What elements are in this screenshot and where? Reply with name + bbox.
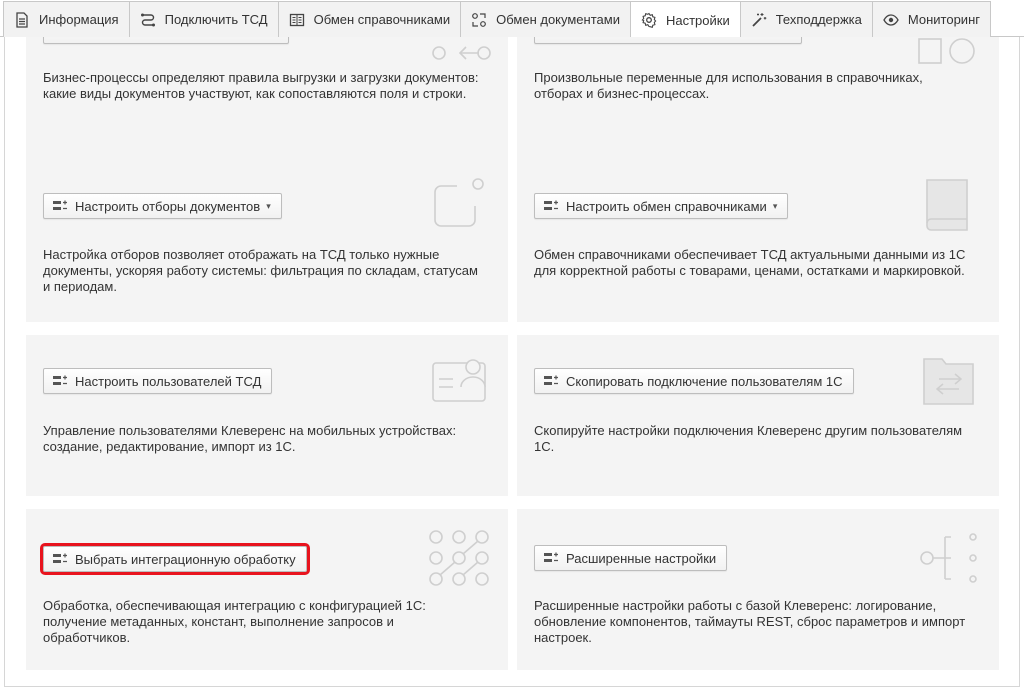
settings-list-icon (53, 200, 67, 212)
tab-label: Обмен документами (496, 12, 620, 27)
business-process-decoration-icon (432, 46, 491, 60)
tab-label: Обмен справочниками (313, 12, 451, 27)
button-label: Настроить обмен справочниками (566, 198, 767, 214)
card-integration: Выбрать интеграционную обработку Обработ… (26, 509, 508, 670)
card-description: Настройка отборов позволяет отображать н… (43, 247, 478, 294)
card-advanced-settings: Расширенные настройки Расширенные настро… (517, 509, 999, 670)
network-nodes-decoration-icon (429, 530, 489, 586)
tab-monitoring[interactable]: Мониторинг (872, 1, 991, 37)
tab-label: Информация (39, 12, 119, 27)
tab-settings[interactable]: Настройки (630, 1, 741, 38)
filter-frame-decoration-icon (434, 178, 484, 227)
advanced-settings-button[interactable]: Расширенные настройки (534, 545, 728, 571)
business-processes-button[interactable] (43, 37, 289, 44)
configure-users-button[interactable]: Настроить пользователей ТСД (43, 368, 273, 394)
settings-list-icon (544, 552, 558, 564)
configure-filters-button[interactable]: Настроить отборы документов ▾ (43, 193, 282, 219)
card-variables: Произвольные переменные для использовани… (517, 37, 999, 176)
tab-document-exchange[interactable]: Обмен документами (461, 1, 631, 37)
settings-list-icon (53, 553, 67, 565)
button-label: Скопировать подключение пользователям 1С (566, 373, 843, 389)
chevron-down-icon: ▾ (772, 200, 778, 211)
select-integration-button[interactable]: Выбрать интеграционную обработку (40, 543, 310, 575)
settings-list-icon (53, 375, 67, 387)
card-description: Скопируйте настройки подключения Клевере… (534, 423, 963, 454)
button-label: Расширенные настройки (566, 550, 717, 566)
tab-catalog-exchange[interactable]: Обмен справочниками (278, 1, 462, 37)
chevron-down-icon: ▾ (266, 200, 271, 211)
settings-content[interactable]: Бизнес-процессы определяют правила выгру… (4, 37, 1020, 687)
tab-support[interactable]: Техподдержка (740, 1, 873, 37)
magic-wand-icon (750, 11, 768, 29)
card-catalog-exchange: Настроить обмен справочниками ▾ Обмен сп… (517, 161, 999, 322)
document-icon (13, 11, 31, 29)
gear-icon (640, 11, 658, 29)
eye-icon (882, 11, 900, 29)
card-description: Бизнес-процессы определяют правила выгру… (43, 70, 479, 101)
user-card-decoration-icon (432, 359, 486, 402)
shapes-decoration-icon (918, 38, 975, 64)
tab-info[interactable]: Информация (3, 1, 130, 37)
book-icon (288, 11, 306, 29)
card-description: Обмен справочниками обеспечивает ТСД акт… (534, 247, 966, 278)
card-document-filters: Настроить отборы документов ▾ Настройка … (26, 161, 508, 322)
tab-bar: Информация Подключить ТСД Обмен справочн… (0, 0, 1024, 38)
settings-list-icon (544, 200, 558, 212)
tree-branch-decoration-icon (920, 533, 977, 583)
variables-button[interactable] (534, 37, 802, 44)
card-copy-connection: Скопировать подключение пользователям 1С… (517, 335, 999, 496)
card-business-processes: Бизнес-процессы определяют правила выгру… (26, 37, 508, 176)
card-description: Управление пользователями Клеверенс на м… (43, 423, 457, 454)
tab-label: Подключить ТСД (164, 12, 268, 27)
book-decoration-icon (926, 179, 968, 231)
configure-catalog-exchange-button[interactable]: Настроить обмен справочниками ▾ (534, 193, 789, 219)
folder-transfer-decoration-icon (923, 358, 974, 405)
tab-label: Техподдержка (775, 12, 862, 27)
route-icon (139, 11, 157, 29)
card-description: Расширенные настройки работы с базой Кле… (534, 598, 966, 645)
tab-label: Мониторинг (907, 12, 980, 27)
button-label: Выбрать интеграционную обработку (75, 551, 296, 567)
tab-connect-tsd[interactable]: Подключить ТСД (129, 1, 279, 37)
button-label: Настроить отборы документов (75, 198, 261, 214)
copy-connection-button[interactable]: Скопировать подключение пользователям 1С (534, 368, 854, 394)
settings-list-icon (544, 375, 558, 387)
tab-label: Настройки (665, 12, 730, 28)
exchange-icon (470, 11, 488, 29)
card-tsd-users: Настроить пользователей ТСД Управление п… (26, 335, 508, 496)
card-description: Обработка, обеспечивающая интеграцию с к… (43, 598, 426, 645)
card-description: Произвольные переменные для использовани… (534, 70, 923, 101)
button-label: Настроить пользователей ТСД (75, 373, 262, 389)
